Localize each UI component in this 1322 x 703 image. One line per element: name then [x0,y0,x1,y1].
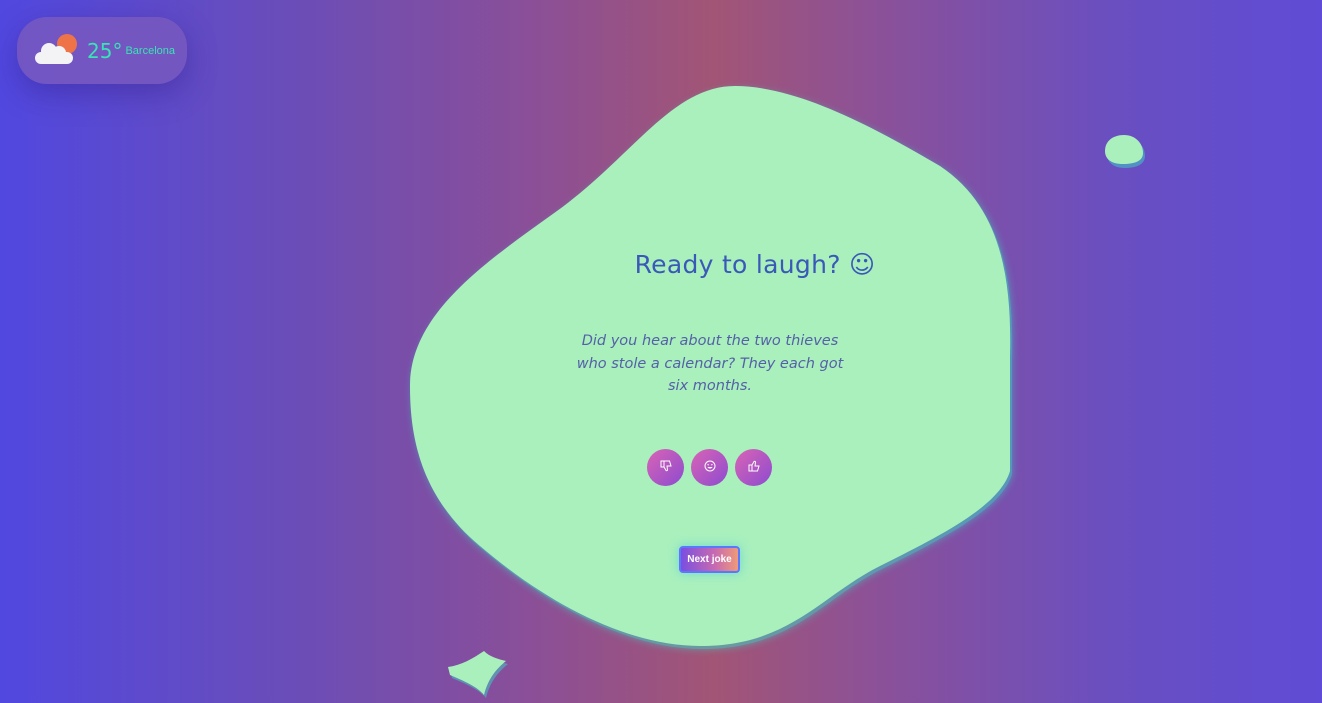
next-joke-button[interactable]: Next joke [679,546,740,573]
thumbs-up-icon [748,460,760,475]
laugh-button[interactable] [691,449,728,486]
thumbs-down-button[interactable] [647,449,684,486]
thumbs-up-button[interactable] [735,449,772,486]
laughing-face-icon [704,460,716,475]
decorative-blob-star [445,648,513,700]
weather-widget: 25° Barcelona [17,17,187,84]
thumbs-down-icon [660,460,672,475]
page-title: Ready to laugh? ☺ [634,250,876,279]
joke-text: Did you hear about the two thieves who s… [576,333,844,394]
city-name: Barcelona [125,44,175,57]
temperature: 25° [87,38,123,63]
partly-cloudy-icon [35,33,77,66]
decorative-blob-small [1100,130,1152,172]
